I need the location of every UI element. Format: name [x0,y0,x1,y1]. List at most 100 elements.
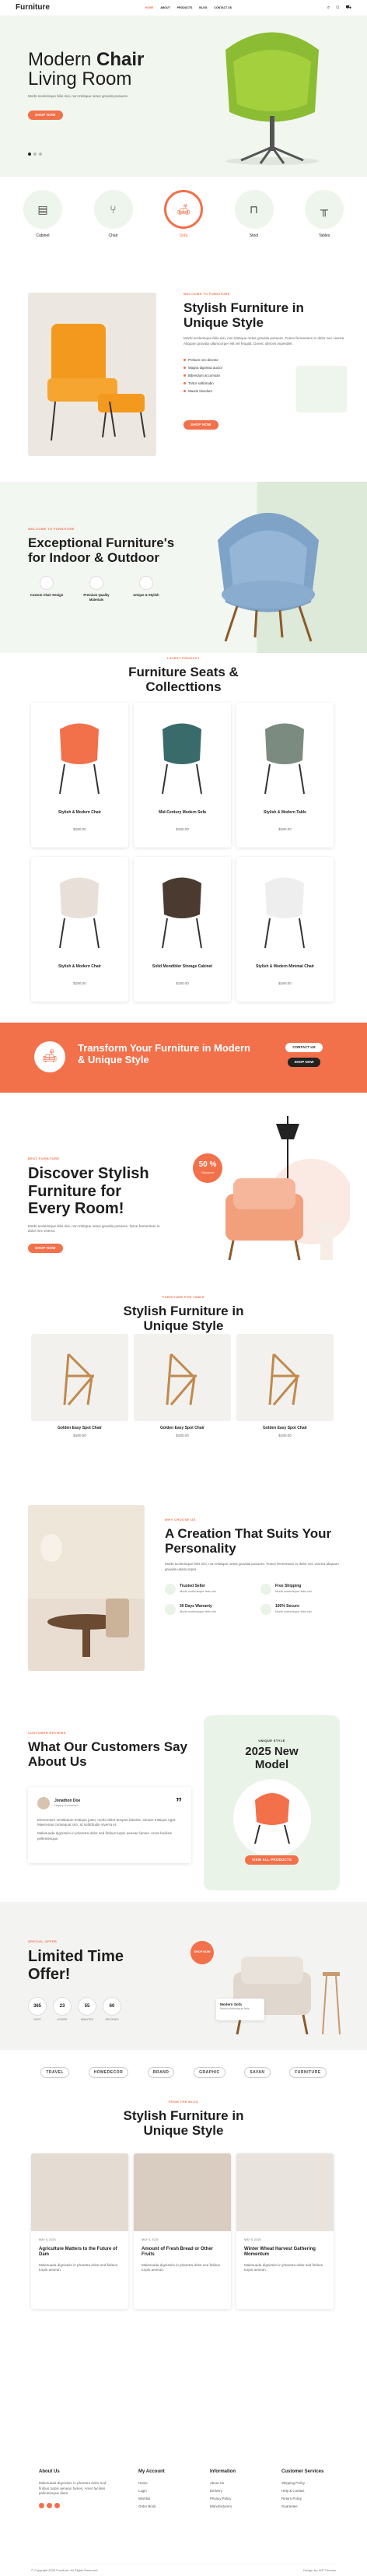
product-name[interactable]: Stylish & Modern Table [244,810,326,816]
new-model-panel: UNIQUE STYLE 2025 New Model VIEW ALL PRO… [204,1715,340,1890]
footer-link[interactable]: Home [138,2481,204,2486]
testimonial-section: CUSTOMER REVIEWS What Our Customers Say … [0,1692,367,1902]
twitter-icon[interactable] [47,2503,52,2509]
site-logo[interactable]: Furniture [16,2,50,13]
blog-card[interactable]: MAY 5, 2025 Agriculture Matters to the Fu… [31,2153,128,2309]
orange-armchair-image [28,293,156,456]
footer-link[interactable]: Wishlist [138,2497,204,2501]
exceptional-feature-label: Custom Chair Design [30,593,64,598]
nav-about[interactable]: ABOUT [160,6,170,10]
secure-icon [260,1603,271,1615]
brand-logo[interactable]: GRAPHIC [194,2066,225,2079]
brand-logo[interactable]: SAVAN [244,2066,271,2079]
blog-title: Stylish Furniture in Unique Style [123,2108,244,2139]
category-tables[interactable]: ╥ Tables [305,190,344,239]
quote-icon: ” [176,1796,182,1809]
product-card[interactable]: Stylish & Modern Chair $180.00 [31,857,128,1002]
product-name[interactable]: Stylish & Modern Minimal Chair [244,964,326,970]
hero-shop-button[interactable]: SHOP NOW [28,111,63,121]
blog-post-title[interactable]: Amount of Fresh Bread or Other Fruits [142,2247,223,2258]
footer-link[interactable]: Delivery [210,2489,276,2494]
instagram-icon[interactable] [54,2503,60,2509]
brand-logo[interactable]: FURNITURE [289,2066,327,2079]
category-section: ▤ Cabinet ⑂ Chair 🛋 Sofa ⊓ Stool ╥ Tables [0,177,367,254]
product-card[interactable]: Stylish & Modern Chair $180.00 [31,703,128,848]
creation-feature: Trusted Seller Morbi scelerisque felis ni… [165,1583,248,1595]
blog-tag: FROM THE BLOG [168,2100,199,2104]
nav-blog[interactable]: BLOG [199,6,207,10]
product-name[interactable]: Solid Mondibler Storage Cabinet [142,964,223,970]
nav-contact[interactable]: CONTACT US [214,6,232,10]
slider-dot[interactable] [33,153,37,156]
unique-product-name[interactable]: Golden Easy Spot Chair [31,1426,128,1431]
category-chair[interactable]: ⑂ Chair [93,190,133,239]
banner-title: Transform Your Furniture in Modern & Uni… [78,1042,250,1065]
slider-dot[interactable] [28,153,31,156]
creation-feature-title: Free Shipping [275,1583,302,1588]
product-card[interactable]: Stylish & Modern Minimal Chair $180.00 [236,857,334,1002]
unique-product-name[interactable]: Golden Easy Spot Chair [236,1426,334,1431]
unique-title: Stylish Furniture in Unique Style [123,1304,244,1334]
footer-link[interactable]: Order Book [138,2504,204,2509]
offer-title: Limited Time Offer! [28,1948,124,1983]
banner-shop-button[interactable]: SHOP NOW [287,1058,321,1068]
discover-section: BEST FURNITURE Discover Stylish Furnitur… [0,1093,367,1279]
product-card[interactable]: Mid-Century Modern Sofa $180.00 [134,703,231,848]
unique-product-price: $180.00 [278,1433,292,1437]
blog-image [134,2153,231,2231]
about-shop-button[interactable]: SHOP NOW [184,419,218,430]
category-sofa[interactable]: 🛋 Sofa [164,190,203,239]
category-stool[interactable]: ⊓ Stool [234,190,274,239]
nav-products[interactable]: PRODUCTS [177,6,193,10]
product-card[interactable]: Solid Mondibler Storage Cabinet $180.00 [134,857,231,1002]
footer-link[interactable]: Guarantee [281,2504,348,2509]
category-label: Chair [108,233,118,238]
testimonial-quote-2: Malesuada dignissim in pharetra dolor se… [37,1830,172,1841]
footer-column: Information About Us Delivery Privacy Polic… [210,2469,276,2512]
footer-link[interactable]: Return Policy [281,2497,348,2501]
copyright-text: © Copyright 2025 Furniture. All Rights R… [31,2568,98,2572]
cart-icon[interactable]: ⛟ [345,5,351,11]
nav-home[interactable]: HOME [145,6,154,10]
product-name[interactable]: Stylish & Modern Chair [39,810,121,816]
product-price: $180.00 [176,981,189,985]
countdown-unit: 365 DAYS [28,1997,47,2022]
blog-post-title[interactable]: Winter Wheat Harvest Gathering Momentum [244,2247,326,2258]
unique-product-name[interactable]: Golden Easy Spot Chair [134,1426,231,1431]
unique-product[interactable]: Golden Easy Spot Chair $180.00 [31,1334,128,1451]
footer-link[interactable]: About Us [210,2481,276,2486]
user-icon[interactable]: ☺ [335,5,340,11]
discover-shop-button[interactable]: SHOP NOW [28,1243,63,1253]
product-image [253,868,316,953]
footer-link[interactable]: Login [138,2489,204,2494]
banner-contact-button[interactable]: CONTACT US [285,1043,323,1053]
unique-product[interactable]: Golden Easy Spot Chair $180.00 [134,1334,231,1451]
unique-product-price: $180.00 [176,1433,189,1437]
blog-date: MAY 5, 2025 [39,2238,56,2241]
creation-feature-desc: Morbi scelerisque felis nisi [180,1609,216,1613]
view-all-products-button[interactable]: VIEW ALL PRODUCTS [244,1855,299,1865]
product-name[interactable]: Stylish & Modern Chair [39,964,121,970]
blog-post-excerpt: Malesuada dignissim in pharetra dolor se… [244,2262,323,2272]
brand-logo[interactable]: HOMEDECOR [88,2066,129,2079]
category-label: Stool [249,233,259,238]
facebook-icon[interactable] [39,2503,44,2509]
footer-link[interactable]: Privacy Policy [210,2497,276,2501]
blog-post-title[interactable]: Agriculture Matters to the Future of Dam [39,2247,121,2258]
footer-link[interactable]: Help & Contact [281,2489,348,2494]
search-icon[interactable]: ⌕ [327,5,330,11]
product-name[interactable]: Mid-Century Modern Sofa [142,810,223,816]
footer-link[interactable]: Manufacturers [210,2504,276,2509]
slider-dot[interactable] [39,153,42,156]
blog-card[interactable]: MAY 5, 2025 Winter Wheat Harvest Gatherin… [236,2153,334,2309]
product-image [253,714,316,799]
brands-section: TRAVEL HOMEDECOR BRAND GRAPHIC SAVAN FURNITUR… [0,2050,367,2095]
category-cabinet[interactable]: ▤ Cabinet [23,190,62,239]
offer-tag: SPECIAL OFFER [28,1939,58,1943]
brand-logo[interactable]: BRAND [147,2066,175,2079]
product-card[interactable]: Stylish & Modern Table $180.00 [236,703,334,848]
footer-link[interactable]: Shipping Policy [281,2481,348,2486]
unique-product[interactable]: Golden Easy Spot Chair $180.00 [236,1334,334,1451]
blog-card[interactable]: MAY 5, 2025 Amount of Fresh Bread or Othe… [134,2153,231,2309]
brand-logo[interactable]: TRAVEL [40,2066,69,2079]
